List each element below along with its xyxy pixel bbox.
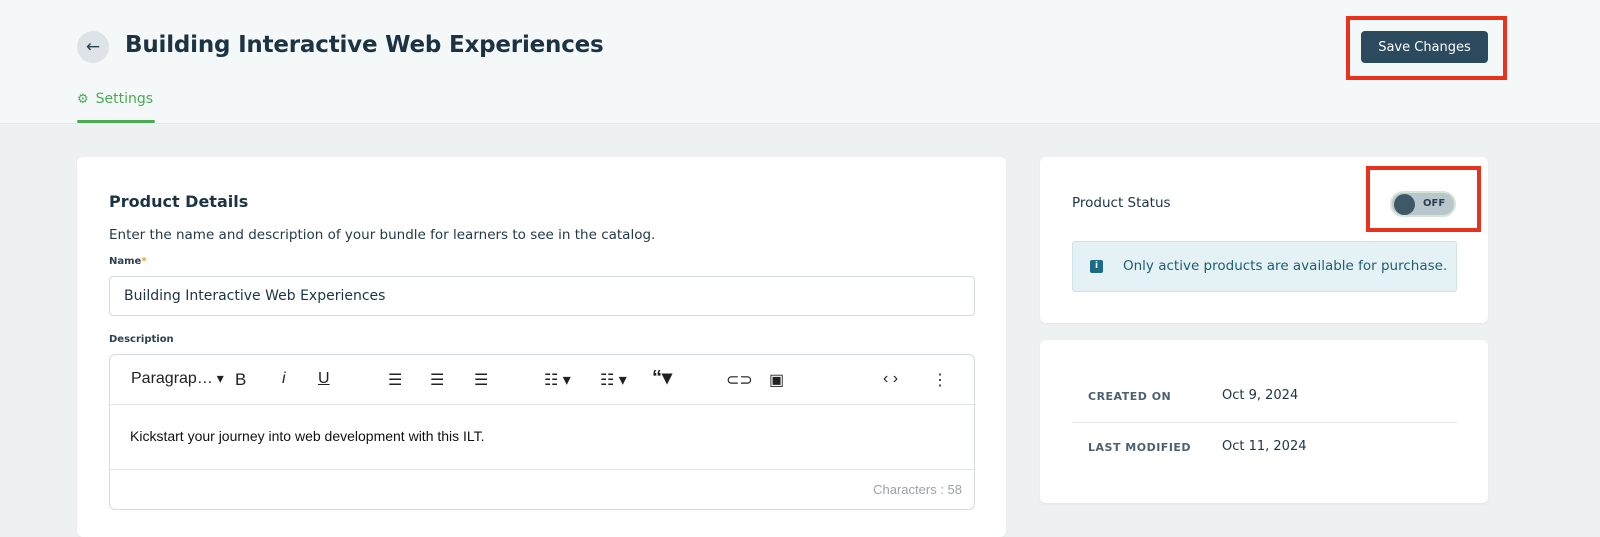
last-modified-label: LAST MODIFIED	[1088, 441, 1192, 454]
divider	[1072, 422, 1457, 423]
created-on-value: Oct 9, 2024	[1222, 388, 1299, 403]
arrow-left-icon: ←	[85, 37, 101, 57]
underline-button[interactable]: U	[318, 370, 330, 388]
bullet-list-icon[interactable]: ☷ ▾	[544, 370, 571, 390]
image-icon[interactable]: ▣	[769, 370, 784, 390]
description-editor[interactable]: Paragrap… ▾ B i U ☰ ☰ ☰ ☷ ▾ ☷ ▾ “▾ ⊂⊃ ▣ …	[109, 354, 975, 510]
metadata-card: CREATED ON Oct 9, 2024 LAST MODIFIED Oct…	[1040, 340, 1488, 503]
info-icon: i	[1090, 260, 1103, 273]
align-left-icon[interactable]: ☰	[388, 370, 402, 390]
tab-settings[interactable]: ⚙ Settings	[77, 91, 153, 107]
gear-icon: ⚙	[77, 91, 89, 107]
back-button[interactable]: ←	[77, 31, 109, 63]
editor-footer: Characters : 58	[110, 469, 974, 511]
character-count: Characters : 58	[873, 482, 962, 497]
description-text[interactable]: Kickstart your journey into web developm…	[130, 428, 485, 444]
name-label: Name*	[109, 256, 147, 267]
info-text: Only active products are available for p…	[1123, 258, 1448, 274]
product-details-card: Product Details Enter the name and descr…	[77, 157, 1006, 537]
numbered-list-icon[interactable]: ☷ ▾	[600, 370, 627, 390]
active-tab-indicator	[77, 120, 155, 123]
align-center-icon[interactable]: ☰	[430, 370, 444, 390]
link-icon[interactable]: ⊂⊃	[726, 370, 753, 390]
section-heading: Product Details	[109, 192, 249, 211]
more-options-icon[interactable]: ⋮	[932, 370, 948, 390]
section-subtitle: Enter the name and description of your b…	[109, 227, 656, 243]
paragraph-dropdown[interactable]: Paragrap… ▾	[131, 370, 224, 388]
italic-button[interactable]: i	[282, 370, 286, 388]
name-input[interactable]: Building Interactive Web Experiences	[109, 276, 975, 316]
tab-label: Settings	[95, 91, 154, 107]
info-alert: i Only active products are available for …	[1072, 241, 1457, 292]
blockquote-icon[interactable]: “▾	[652, 365, 672, 390]
bold-button[interactable]: B	[235, 370, 246, 390]
created-on-label: CREATED ON	[1088, 390, 1172, 403]
highlight-box	[1346, 16, 1507, 80]
last-modified-value: Oct 11, 2024	[1222, 439, 1307, 454]
description-label: Description	[109, 334, 174, 345]
editor-toolbar: Paragrap… ▾ B i U ☰ ☰ ☰ ☷ ▾ ☷ ▾ “▾ ⊂⊃ ▣ …	[110, 355, 974, 405]
code-icon[interactable]: ‹ ›	[883, 370, 898, 388]
product-status-label: Product Status	[1072, 195, 1171, 211]
highlight-box	[1366, 166, 1481, 232]
page-title: Building Interactive Web Experiences	[125, 32, 604, 58]
align-right-icon[interactable]: ☰	[474, 370, 488, 390]
